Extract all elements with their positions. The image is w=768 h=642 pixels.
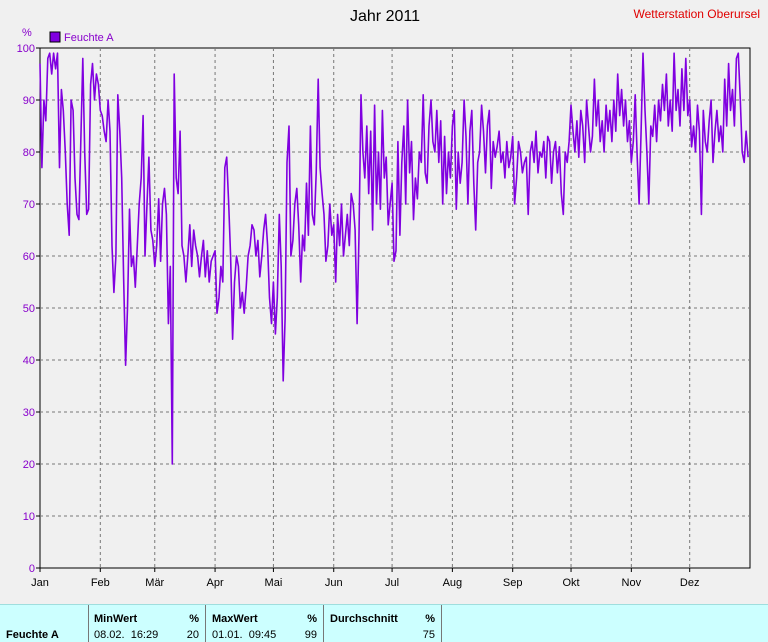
stats-row-label: Feuchte A — [6, 629, 59, 641]
stats-min-cell: MinWert % 08.02. 16:29 20 — [88, 605, 206, 642]
x-tick-label-feb: Feb — [91, 577, 110, 589]
y-tick-label: 60 — [23, 251, 35, 263]
x-tick-label-jan: Jan — [31, 577, 49, 589]
stats-row-label-cell: Feuchte A — [0, 605, 89, 642]
max-time: 01.01. 09:45 — [212, 629, 277, 641]
stats-max-cell: MaxWert % 01.01. 09:45 99 — [206, 605, 324, 642]
avg-value: 75 — [422, 629, 435, 641]
avg-unit: % — [425, 613, 435, 625]
x-tick-label-dez: Dez — [680, 577, 700, 589]
x-tick-label-mai: Mai — [265, 577, 283, 589]
y-tick-label: 70 — [23, 199, 35, 211]
legend-label: Feuchte A — [64, 32, 114, 44]
y-axis-unit: % — [22, 27, 32, 39]
min-header: MinWert — [94, 613, 138, 625]
avg-header: Durchschnitt — [330, 613, 398, 625]
y-tick-label: 50 — [23, 303, 35, 315]
y-tick-label: 0 — [29, 563, 35, 575]
x-tick-label-sep: Sep — [503, 577, 523, 589]
stats-avg-cell: Durchschnitt % 75 — [324, 605, 442, 642]
min-time: 08.02. 16:29 — [94, 629, 159, 641]
x-tick-label-apr: Apr — [207, 577, 224, 589]
x-tick-label-mär: Mär — [145, 577, 164, 589]
max-unit: % — [307, 613, 317, 625]
x-tick-label-nov: Nov — [622, 577, 642, 589]
y-tick-label: 10 — [23, 511, 35, 523]
x-tick-label-okt: Okt — [562, 577, 579, 589]
station-name: Wetterstation Oberursel — [634, 7, 761, 21]
stats-table: Feuchte A MinWert % 08.02. 16:29 20 MaxW… — [0, 604, 768, 642]
min-unit: % — [189, 613, 199, 625]
y-tick-label: 90 — [23, 95, 35, 107]
x-tick-label-aug: Aug — [443, 577, 463, 589]
y-axis: 0 10 20 30 40 50 60 70 80 90 100 — [17, 43, 40, 575]
humidity-chart: Jahr 2011 Wetterstation Oberursel Feucht… — [17, 7, 761, 589]
min-value: 20 — [186, 629, 199, 641]
y-tick-label: 80 — [23, 147, 35, 159]
legend-swatch — [49, 31, 61, 43]
y-tick-label: 40 — [23, 355, 35, 367]
y-tick-label: 100 — [17, 43, 35, 55]
x-axis: Jan Feb Mär Apr Mai Jun Jul Aug Sep Okt Nov Dez — [31, 568, 699, 589]
legend: Feuchte A — [49, 31, 114, 44]
max-value: 99 — [304, 629, 317, 641]
y-tick-label: 20 — [23, 459, 35, 471]
max-header: MaxWert — [212, 613, 258, 625]
x-tick-label-jun: Jun — [325, 577, 343, 589]
x-tick-label-jul: Jul — [385, 577, 399, 589]
chart-title: Jahr 2011 — [350, 8, 420, 25]
y-tick-label: 30 — [23, 407, 35, 419]
